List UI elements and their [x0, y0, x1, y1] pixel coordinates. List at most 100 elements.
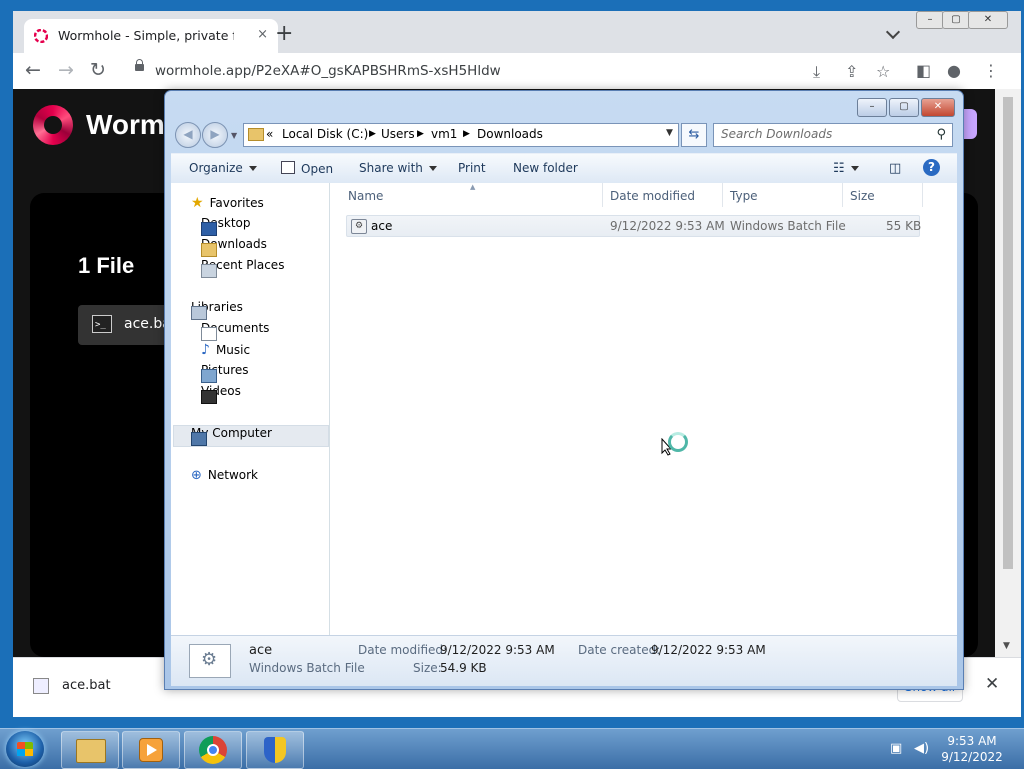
organize-menu[interactable]: Organize: [189, 161, 257, 175]
nav-favorites[interactable]: ★ Favorites: [191, 195, 264, 211]
files-heading: 1 File: [78, 253, 135, 278]
breadcrumb-vm1[interactable]: vm1: [431, 127, 457, 141]
column-divider[interactable]: [922, 183, 923, 207]
breadcrumb-separator-icon[interactable]: ▶: [369, 129, 376, 139]
file-name: ace: [371, 219, 393, 233]
column-header-date-modified[interactable]: Date modified: [610, 189, 695, 203]
downloads-folder-icon: [201, 243, 217, 257]
side-panel-icon[interactable]: ◧: [916, 61, 931, 80]
address-bar[interactable]: wormhole.app/P2eXA#O_gsKAPBSHRmS-xsH5Hld…: [125, 59, 890, 84]
chrome-menu-icon[interactable]: ⋮: [983, 61, 999, 80]
nav-downloads[interactable]: Downloads: [201, 237, 267, 257]
forward-arrow-icon[interactable]: →: [58, 59, 74, 81]
page-scrollbar[interactable]: ▼: [995, 89, 1021, 657]
reload-icon[interactable]: ↻: [90, 59, 106, 81]
address-dropdown-icon[interactable]: ▼: [666, 128, 673, 138]
details-file-name: ace: [249, 643, 273, 658]
browser-tab[interactable]: Wormhole - Simple, private file s ×: [24, 19, 278, 53]
column-divider[interactable]: [722, 183, 723, 207]
pictures-icon: [201, 369, 217, 383]
back-arrow-icon[interactable]: ←: [25, 59, 41, 81]
column-header-type[interactable]: Type: [730, 189, 758, 203]
busy-spinner-icon: [668, 432, 688, 452]
address-breadcrumb[interactable]: « Local Disk (C:) ▶ Users ▶ vm1 ▶ Downlo…: [243, 123, 679, 147]
libraries-icon: [191, 306, 207, 320]
explorer-maximize-button[interactable]: ▢: [889, 98, 919, 117]
forward-button-icon[interactable]: ▶: [202, 122, 228, 148]
back-button-icon[interactable]: ◀: [175, 122, 201, 148]
videos-icon: [201, 390, 217, 404]
breadcrumb-separator-icon[interactable]: ▶: [417, 129, 424, 139]
terminal-file-icon: >_: [92, 315, 112, 333]
nav-my-computer[interactable]: My Computer: [191, 426, 272, 446]
print-button[interactable]: Print: [458, 161, 486, 175]
details-date-created-label: Date created:: [578, 643, 661, 657]
open-button[interactable]: Open: [281, 161, 333, 176]
nav-network[interactable]: ⊕ Network: [191, 468, 258, 483]
browser-minimize-button[interactable]: –: [916, 11, 944, 29]
system-clock[interactable]: 9:53 AM 9/12/2022: [940, 733, 1004, 765]
batch-file-icon: [33, 678, 49, 694]
recent-places-icon: [201, 264, 217, 278]
recent-pages-chevron-icon[interactable]: ▼: [231, 131, 237, 140]
search-placeholder: Search Downloads: [721, 127, 833, 141]
breadcrumb-separator-icon[interactable]: ▶: [463, 129, 470, 139]
taskbar-chrome-button[interactable]: [184, 731, 242, 769]
breadcrumb-downloads[interactable]: Downloads: [477, 127, 543, 141]
scrollbar-thumb[interactable]: [1003, 97, 1013, 569]
column-divider[interactable]: [842, 183, 843, 207]
column-header-name[interactable]: Name: [348, 189, 383, 203]
dropdown-caret-icon: [428, 166, 437, 171]
start-button[interactable]: [6, 731, 44, 767]
taskbar-explorer-button[interactable]: [61, 731, 119, 769]
nav-libraries[interactable]: Libraries: [191, 300, 243, 320]
help-icon[interactable]: ?: [923, 159, 940, 176]
nav-videos[interactable]: Videos: [201, 384, 241, 404]
preview-pane-icon[interactable]: ◫: [889, 161, 901, 176]
bookmark-star-icon[interactable]: ☆: [876, 62, 890, 81]
taskbar-media-player-button[interactable]: [122, 731, 180, 769]
share-icon[interactable]: ⇪: [845, 62, 858, 81]
explorer-content: ★ Favorites Desktop Downloads Recent Plac…: [171, 183, 957, 635]
column-divider[interactable]: [602, 183, 603, 207]
profile-avatar-icon[interactable]: ●: [947, 61, 961, 80]
search-input[interactable]: Search Downloads ⚲: [713, 123, 953, 147]
nav-pictures[interactable]: Pictures: [201, 363, 249, 383]
download-bar-close-icon[interactable]: ✕: [985, 674, 999, 694]
download-file-name[interactable]: ace.bat: [62, 678, 111, 693]
clock-time: 9:53 AM: [947, 734, 997, 748]
network-icon: ⊕: [191, 468, 202, 483]
nav-recent-places[interactable]: Recent Places: [201, 258, 284, 278]
navigation-pane: ★ Favorites Desktop Downloads Recent Plac…: [171, 183, 330, 635]
explorer-minimize-button[interactable]: –: [857, 98, 887, 117]
breadcrumb-users[interactable]: Users: [381, 127, 415, 141]
install-app-icon[interactable]: ⤓: [813, 62, 820, 82]
new-tab-button[interactable]: +: [275, 23, 293, 45]
breadcrumb-overflow[interactable]: «: [266, 127, 273, 141]
browser-close-button[interactable]: ✕: [968, 11, 1008, 29]
new-folder-button[interactable]: New folder: [513, 161, 578, 175]
network-tray-icon[interactable]: ▣: [890, 741, 902, 756]
computer-icon: [191, 432, 207, 446]
tab-close-icon[interactable]: ×: [257, 27, 268, 42]
refresh-icon[interactable]: ⇆: [681, 123, 707, 147]
browser-maximize-button[interactable]: ▢: [942, 11, 970, 29]
scroll-down-arrow-icon[interactable]: ▼: [1003, 641, 1010, 651]
view-options-icon[interactable]: ☷: [833, 161, 859, 176]
file-type: Windows Batch File: [730, 219, 846, 233]
breadcrumb-local-disk[interactable]: Local Disk (C:): [282, 127, 368, 141]
search-icon[interactable]: ⚲: [936, 127, 946, 142]
file-row[interactable]: ⚙ ace 9/12/2022 9:53 AM Windows Batch Fi…: [346, 215, 921, 237]
wormhole-favicon-icon: [34, 29, 48, 43]
tab-search-chevron-icon[interactable]: [885, 24, 901, 40]
column-header-size[interactable]: Size: [850, 189, 875, 203]
share-with-menu[interactable]: Share with: [359, 161, 437, 175]
nav-music[interactable]: ♪ Music: [201, 342, 250, 358]
nav-desktop[interactable]: Desktop: [201, 216, 251, 236]
folder-icon: [76, 739, 106, 763]
taskbar-security-button[interactable]: [246, 731, 304, 769]
details-file-type: Windows Batch File: [249, 661, 365, 675]
nav-documents[interactable]: Documents: [201, 321, 269, 341]
volume-icon[interactable]: ◀): [914, 741, 929, 756]
explorer-close-button[interactable]: ✕: [921, 98, 955, 117]
